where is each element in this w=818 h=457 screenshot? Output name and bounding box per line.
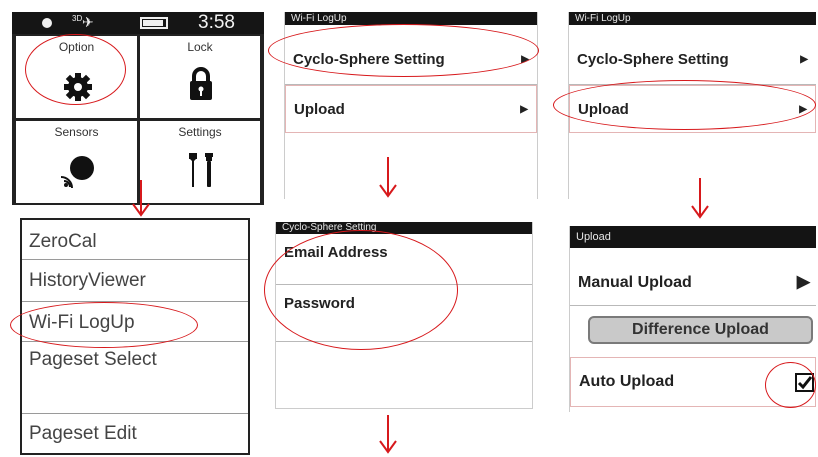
wifi-logup-screen-1: Wi-Fi LogUp Cyclo-Sphere Setting ▶ Uploa… <box>284 12 538 199</box>
battery-icon <box>140 17 168 29</box>
tools-icon <box>189 153 213 187</box>
auto-upload-checkbox[interactable] <box>795 373 814 392</box>
gear-icon <box>64 73 92 101</box>
gps-icon: ✈ <box>82 14 94 30</box>
menu-item-wifi-logup[interactable]: Wi-Fi LogUp <box>22 302 248 342</box>
cyclosphere-setting-label-1: Cyclo-Sphere Setting <box>293 51 445 68</box>
manual-upload-row[interactable]: Manual Upload ▶ <box>570 260 816 306</box>
difference-upload-button[interactable]: Difference Upload <box>588 316 813 344</box>
chevron-right-icon: ▶ <box>521 54 529 65</box>
upload-label-1: Upload <box>294 100 345 118</box>
tile-lock-label: Lock <box>187 40 213 54</box>
upload-label-2: Upload <box>578 100 629 118</box>
cyclosphere-setting-row-2[interactable]: Cyclo-Sphere Setting ▶ <box>569 35 816 85</box>
auto-upload-label: Auto Upload <box>579 373 675 390</box>
upload-row-2[interactable]: Upload ▶ <box>569 85 816 133</box>
upload-screen: Upload Manual Upload ▶ Difference Upload… <box>569 226 816 412</box>
cyclosphere-setting-label-2: Cyclo-Sphere Setting <box>577 51 729 68</box>
menu-item-pageset-select[interactable]: Pageset Select <box>22 342 248 414</box>
tile-settings-label: Settings <box>178 125 222 139</box>
status-bar: 3D ✈ 3:58 <box>12 12 264 34</box>
gps-status-text: 3D <box>72 14 83 23</box>
menu-item-zerocal[interactable]: ZeroCal <box>22 224 248 260</box>
wifi-logup-title-2: Wi-Fi LogUp <box>569 12 816 25</box>
password-label: Password <box>284 295 355 312</box>
down-arrow-icon <box>132 180 150 217</box>
menu-item-historyviewer[interactable]: HistoryViewer <box>22 260 248 302</box>
down-arrow-icon <box>379 415 397 454</box>
down-arrow-icon <box>379 157 397 198</box>
cyclosphere-setting-row-1[interactable]: Cyclo-Sphere Setting ▶ <box>285 35 537 85</box>
down-arrow-icon <box>691 178 709 219</box>
cyclosphere-title: Cyclo-Sphere Setting <box>276 222 532 234</box>
lock-icon <box>190 67 212 100</box>
wifi-logup-title-1: Wi-Fi LogUp <box>285 12 537 25</box>
auto-upload-row[interactable]: Auto Upload <box>570 357 816 407</box>
status-dot-icon <box>42 18 52 28</box>
empty-row-1 <box>285 133 537 193</box>
tile-option-label: Option <box>58 40 95 54</box>
manual-upload-label: Manual Upload <box>578 273 692 291</box>
tile-lock[interactable]: Lock <box>139 35 261 119</box>
chevron-right-icon: ▶ <box>800 54 808 65</box>
password-field[interactable]: Password <box>276 285 532 342</box>
play-icon: ▶ <box>796 272 810 291</box>
sensor-icon <box>60 156 94 189</box>
email-address-label: Email Address <box>284 244 388 261</box>
difference-upload-label: Difference Upload <box>632 321 769 338</box>
checkmark-icon <box>797 376 812 390</box>
upload-title: Upload <box>570 226 816 248</box>
menu-item-pageset-edit[interactable]: Pageset Edit <box>22 414 248 454</box>
device-home-screen: 3D ✈ 3:58 Option Lock Sensors Settings <box>12 12 264 205</box>
status-time: 3:58 <box>198 12 235 33</box>
tile-sensors-label: Sensors <box>54 125 99 139</box>
chevron-right-icon: ▶ <box>799 103 807 115</box>
tile-option[interactable]: Option <box>15 35 138 119</box>
upload-row-1[interactable]: Upload ▶ <box>285 85 537 133</box>
tile-settings[interactable]: Settings <box>139 120 261 204</box>
cyclosphere-setting-screen: Cyclo-Sphere Setting Email Address Passw… <box>275 222 533 409</box>
chevron-right-icon: ▶ <box>520 103 528 115</box>
tile-sensors[interactable]: Sensors <box>15 120 138 204</box>
email-address-field[interactable]: Email Address <box>276 234 532 285</box>
option-menu-screen: ZeroCal HistoryViewer Wi-Fi LogUp Pagese… <box>20 218 250 455</box>
empty-row-3 <box>276 342 532 408</box>
wifi-logup-screen-2: Wi-Fi LogUp Cyclo-Sphere Setting ▶ Uploa… <box>568 12 816 199</box>
